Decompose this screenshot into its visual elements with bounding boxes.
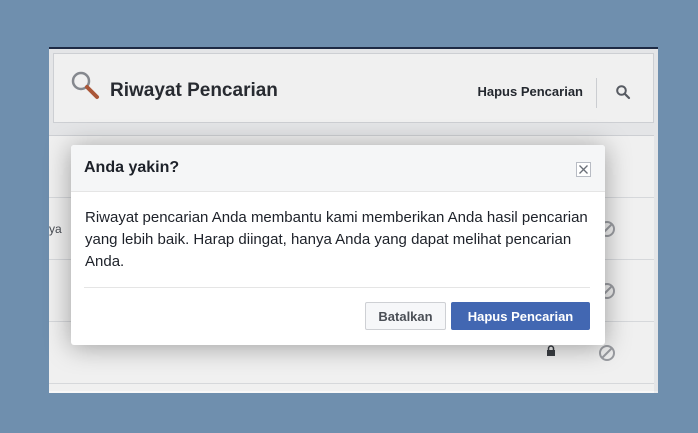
- dialog-header: Anda yakin?: [71, 145, 605, 192]
- clear-searches-button[interactable]: Hapus Pencarian: [451, 302, 590, 330]
- dialog-divider: [84, 287, 590, 288]
- close-icon[interactable]: [576, 162, 591, 177]
- confirm-dialog: Anda yakin? Riwayat pencarian Anda memba…: [71, 145, 605, 345]
- cancel-button[interactable]: Batalkan: [365, 302, 446, 330]
- dialog-message: Riwayat pencarian Anda membantu kami mem…: [85, 209, 588, 270]
- dialog-title: Anda yakin?: [84, 159, 180, 176]
